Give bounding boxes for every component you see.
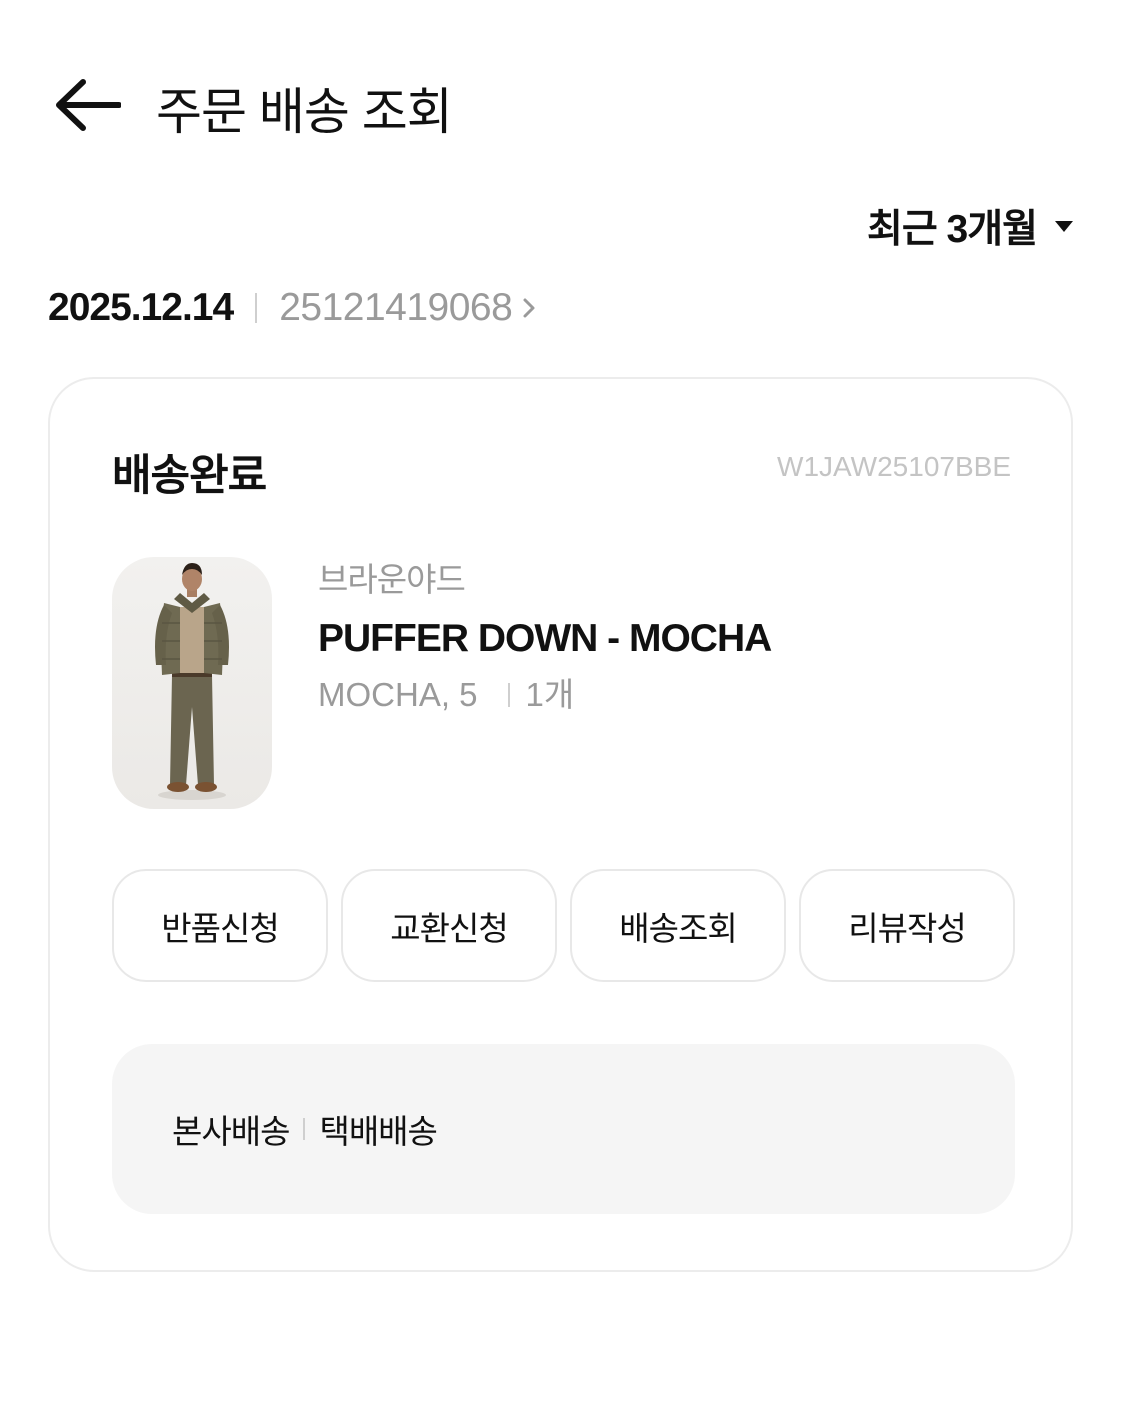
back-button[interactable] xyxy=(50,76,124,134)
track-delivery-button[interactable]: 배송조회 xyxy=(570,869,786,982)
exchange-request-button[interactable]: 교환신청 xyxy=(341,869,557,982)
write-review-button[interactable]: 리뷰작성 xyxy=(799,869,1015,982)
brand-name[interactable]: 브라운야드 xyxy=(318,557,771,603)
delivery-type: 본사배송 xyxy=(172,1113,290,1150)
product-info: 브라운야드 PUFFER DOWN - MOCHA MOCHA, 5 1개 xyxy=(318,557,772,721)
delivery-status: 배송완료 xyxy=(112,452,267,500)
product-code: W1JAW25107BBE xyxy=(777,451,1011,482)
divider xyxy=(507,683,510,707)
product-name[interactable]: PUFFER DOWN - MOCHA xyxy=(318,613,772,665)
order-number-link[interactable]: 25121419068 xyxy=(279,286,536,330)
page-title: 주문 배송 조회 xyxy=(156,84,453,140)
caret-down-icon xyxy=(1055,220,1073,232)
divider xyxy=(255,293,258,323)
order-meta: 2025.12.14 25121419068 xyxy=(48,286,536,330)
chevron-right-icon xyxy=(522,297,536,319)
order-card: 배송완료 W1JAW25107BBE 브라운야드 PUFFER DOWN - M… xyxy=(48,377,1073,1272)
period-filter-dropdown[interactable]: 최근 3개월 xyxy=(867,198,1073,254)
order-date: 2025.12.14 xyxy=(48,286,234,329)
delivery-method: 택배배송 xyxy=(319,1113,437,1150)
action-buttons: 반품신청 교환신청 배송조회 리뷰작성 xyxy=(112,869,1015,982)
order-number: 25121419068 xyxy=(279,286,513,329)
product-image[interactable] xyxy=(112,557,272,809)
product-option: MOCHA, 5 xyxy=(318,676,478,713)
divider xyxy=(303,1118,306,1140)
period-filter-label: 최근 3개월 xyxy=(866,208,1038,251)
arrow-left-icon xyxy=(56,79,121,131)
product-option-row: MOCHA, 5 1개 xyxy=(318,669,771,721)
product-quantity: 1개 xyxy=(525,676,575,713)
product-photo xyxy=(155,563,229,800)
return-request-button[interactable]: 반품신청 xyxy=(112,869,328,982)
delivery-info-panel: 본사배송 택배배송 xyxy=(112,1044,1015,1214)
header: 주문 배송 조회 xyxy=(0,60,1125,150)
